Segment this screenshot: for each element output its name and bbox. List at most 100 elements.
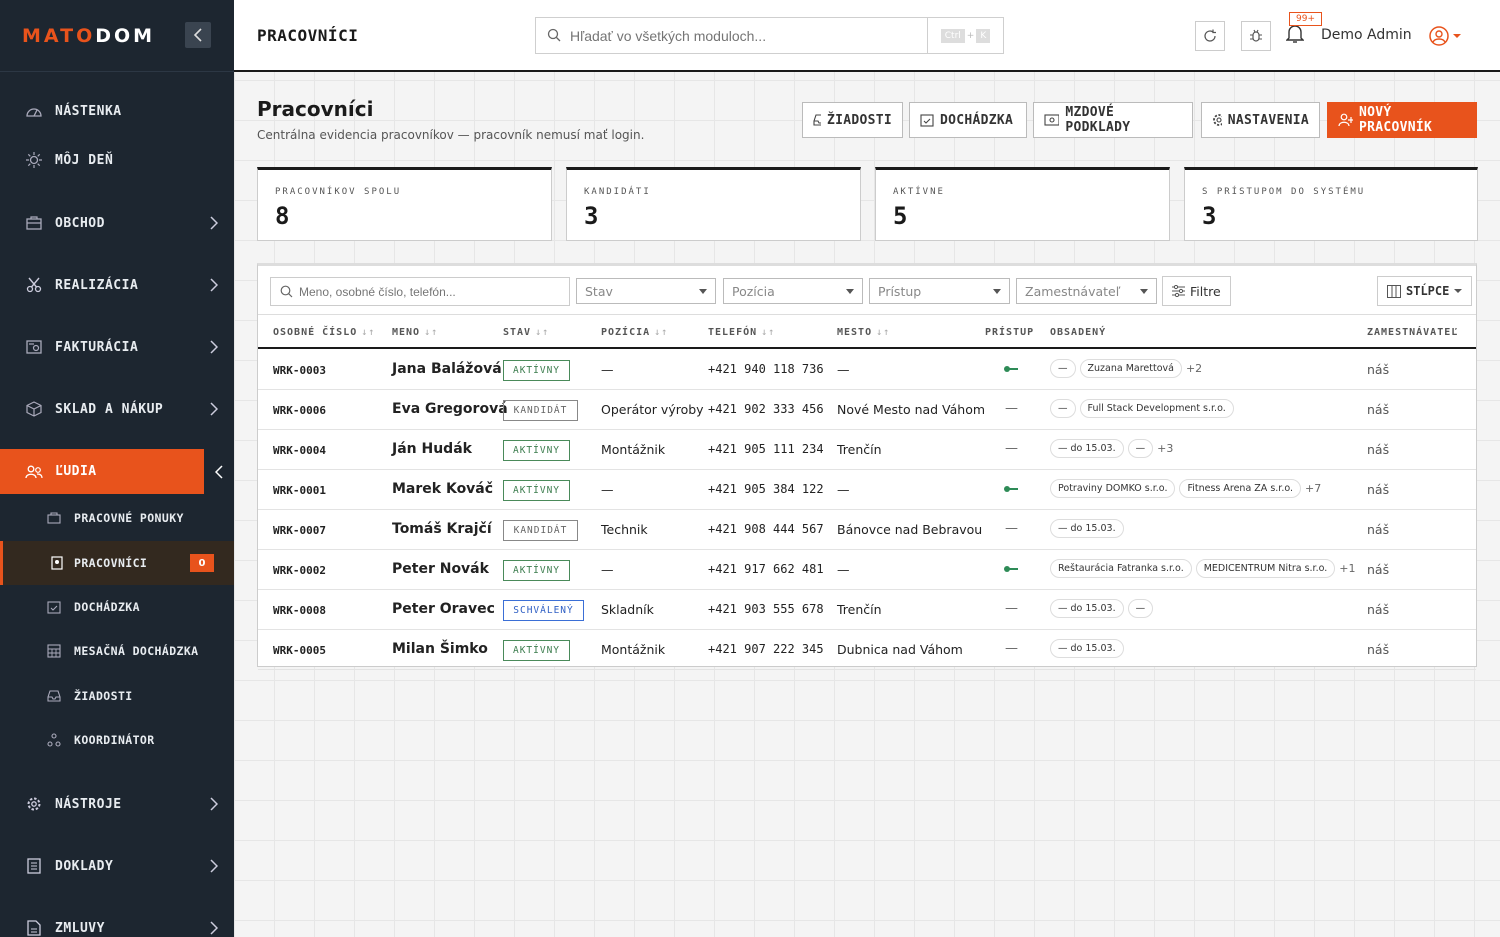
table-search-input[interactable] bbox=[299, 284, 559, 299]
worker-city: Trenčín bbox=[837, 442, 882, 457]
table-row[interactable]: WRK-0003 Jana Balážová AKTÍVNY — +421 940 11… bbox=[258, 350, 1476, 390]
worker-name[interactable]: Marek Kováč bbox=[392, 481, 493, 497]
access-select[interactable]: Prístup bbox=[869, 278, 1010, 304]
sidebar-item-label: ĽUDIA bbox=[55, 464, 97, 479]
table-search[interactable] bbox=[270, 277, 570, 306]
more-count[interactable]: +7 bbox=[1305, 482, 1321, 495]
sidebar-item-zmluvy[interactable]: ZMLUVY bbox=[0, 908, 234, 937]
sidebar-item-doklady[interactable]: DOKLADY bbox=[0, 846, 234, 886]
worker-name[interactable]: Tomáš Krajčí bbox=[392, 521, 492, 537]
occupied-chip[interactable]: — bbox=[1050, 399, 1076, 418]
table-row[interactable]: WRK-0005 Milan Šimko AKTÍVNY Montážnik +421 … bbox=[258, 630, 1476, 670]
new-worker-button[interactable]: NOVÝ PRACOVNÍK bbox=[1327, 102, 1477, 138]
key-icon bbox=[1004, 366, 1018, 372]
status-select[interactable]: Stav bbox=[576, 278, 716, 304]
worker-employer: náš bbox=[1367, 602, 1390, 617]
occupied-chip[interactable]: Fitness Arena ZA s.r.o. bbox=[1179, 479, 1302, 498]
occupied-chip[interactable]: — bbox=[1050, 359, 1076, 378]
employer-select[interactable]: Zamestnávateľ bbox=[1016, 278, 1157, 304]
table-row[interactable]: WRK-0004 Ján Hudák AKTÍVNY Montážnik +421 90… bbox=[258, 430, 1476, 470]
col-header-phone[interactable]: TELEFÓN ↓↑ bbox=[708, 327, 775, 338]
occupied-chip[interactable]: MEDICENTRUM Nitra s.r.o. bbox=[1195, 559, 1336, 578]
more-count[interactable]: +1 bbox=[1339, 562, 1355, 575]
table-row[interactable]: WRK-0008 Peter Oravec SCHVÁLENÝ Skladník +42… bbox=[258, 590, 1476, 630]
sidebar-item-moj-den[interactable]: MÔJ DEŇ bbox=[0, 141, 234, 179]
worker-name[interactable]: Ján Hudák bbox=[392, 441, 472, 457]
top-bar: PRACOVNÍCI Ctrl+K 99+ Demo Admin bbox=[234, 0, 1500, 72]
bell-icon[interactable] bbox=[1286, 24, 1304, 44]
sidebar-item-label: NÁSTROJE bbox=[55, 796, 122, 812]
worker-id: WRK-0004 bbox=[273, 444, 326, 457]
col-header-position[interactable]: POZÍCIA ↓↑ bbox=[601, 327, 668, 338]
occupied-chip[interactable]: — bbox=[1127, 599, 1154, 618]
collapse-group-toggle[interactable] bbox=[202, 449, 234, 494]
attendance-button[interactable]: DOCHÁDZKA bbox=[909, 102, 1027, 138]
user-plus-icon bbox=[1338, 113, 1354, 127]
table-row[interactable]: WRK-0007 Tomáš Krajčí KANDIDÁT Technik +421 … bbox=[258, 510, 1476, 550]
worker-name[interactable]: Jana Balážová bbox=[392, 361, 502, 377]
col-header-city[interactable]: MESTO ↓↑ bbox=[837, 327, 890, 338]
requests-button[interactable]: ŽIADOSTI bbox=[802, 102, 903, 138]
stat-value: 5 bbox=[893, 202, 908, 230]
col-header-status[interactable]: STAV ↓↑ bbox=[503, 327, 549, 338]
worker-name[interactable]: Peter Oravec bbox=[392, 601, 495, 617]
occupied-chip[interactable]: — do 15.03. bbox=[1050, 639, 1124, 658]
table-row[interactable]: WRK-0006 Eva Gregorová KANDIDÁT Operátor vý… bbox=[258, 390, 1476, 430]
worker-name[interactable]: Milan Šimko bbox=[392, 641, 488, 657]
occupied-chip[interactable]: Reštaurácia Fatranka s.r.o. bbox=[1050, 559, 1192, 578]
settings-button[interactable]: NASTAVENIA bbox=[1201, 102, 1320, 138]
position-select[interactable]: Pozícia bbox=[723, 278, 863, 304]
calendar-check-icon bbox=[46, 599, 62, 615]
worker-position: Montážnik bbox=[601, 642, 666, 657]
sidebar-item-realizacia[interactable]: REALIZÁCIA bbox=[0, 265, 234, 305]
occupied-chip[interactable]: Full Stack Development s.r.o. bbox=[1079, 399, 1234, 418]
sidebar-sub-koordinator[interactable]: KOORDINÁTOR bbox=[0, 718, 234, 762]
sidebar-sub-pracovne-ponuky[interactable]: PRACOVNÉ PONUKY bbox=[0, 496, 234, 540]
worker-position: Technik bbox=[601, 522, 648, 537]
sidebar-item-nastenka[interactable]: NÁSTENKA bbox=[0, 92, 234, 130]
global-search-input[interactable] bbox=[570, 27, 920, 44]
col-header-id[interactable]: OSOBNÉ ČÍSLO ↓↑ bbox=[273, 327, 375, 338]
user-menu[interactable] bbox=[1429, 26, 1461, 46]
calendar-grid-icon bbox=[46, 643, 62, 659]
occupied-chip[interactable]: Potraviny DOMKO s.r.o. bbox=[1050, 479, 1176, 498]
col-header-name[interactable]: MENO ↓↑ bbox=[392, 327, 438, 338]
sidebar-sub-ziadosti[interactable]: ŽIADOSTI bbox=[0, 674, 234, 718]
stat-value: 8 bbox=[275, 202, 290, 230]
sidebar-item-obchod[interactable]: OBCHOD bbox=[0, 203, 234, 243]
collapse-sidebar-button[interactable] bbox=[185, 22, 211, 48]
more-count[interactable]: +2 bbox=[1186, 362, 1202, 375]
sidebar-item-label: FAKTURÁCIA bbox=[55, 339, 139, 355]
worker-name[interactable]: Peter Novák bbox=[392, 561, 489, 577]
payroll-button[interactable]: MZDOVÉ PODKLADY bbox=[1033, 102, 1193, 138]
occupied-chips: — Zuzana Marettová +2 bbox=[1050, 359, 1202, 378]
occupied-chip[interactable]: — do 15.03. bbox=[1050, 439, 1124, 458]
sidebar-item-sklad[interactable]: SKLAD A NÁKUP bbox=[0, 389, 234, 429]
table-row[interactable]: WRK-0001 Marek Kováč AKTÍVNY — +421 905 384 … bbox=[258, 470, 1476, 510]
sliders-icon bbox=[1172, 285, 1185, 297]
filters-button[interactable]: Filtre bbox=[1162, 276, 1231, 306]
occupied-chip[interactable]: — bbox=[1127, 439, 1154, 458]
occupied-chip[interactable]: — do 15.03. bbox=[1050, 519, 1124, 538]
sidebar-item-nastroje[interactable]: NÁSTROJE bbox=[0, 784, 234, 824]
more-count[interactable]: +3 bbox=[1157, 442, 1173, 455]
debug-button[interactable] bbox=[1241, 21, 1271, 51]
global-search[interactable]: Ctrl+K bbox=[535, 17, 1004, 54]
user-name[interactable]: Demo Admin bbox=[1321, 27, 1412, 43]
sidebar-sub-pracovnici[interactable]: PRACOVNÍCI 0 bbox=[0, 541, 234, 585]
sidebar-sub-mesacna-dochadzka[interactable]: MESAČNÁ DOCHÁDZKA bbox=[0, 629, 234, 673]
sidebar-item-fakturacia[interactable]: FAKTURÁCIA bbox=[0, 327, 234, 367]
worker-name[interactable]: Eva Gregorová bbox=[392, 401, 508, 417]
occupied-chip[interactable]: — do 15.03. bbox=[1050, 599, 1124, 618]
chevron-right-icon bbox=[210, 340, 218, 354]
columns-button[interactable]: STĹPCE bbox=[1377, 276, 1473, 306]
worker-phone: +421 907 222 345 bbox=[708, 642, 824, 656]
sidebar-item-ludia[interactable]: ĽUDIA bbox=[0, 449, 234, 494]
briefcase-icon bbox=[25, 214, 43, 232]
sidebar-sub-dochadzka[interactable]: DOCHÁDZKA bbox=[0, 585, 234, 629]
occupied-chip[interactable]: Zuzana Marettová bbox=[1079, 359, 1182, 378]
table-row[interactable]: WRK-0002 Peter Novák AKTÍVNY — +421 917 662 … bbox=[258, 550, 1476, 590]
status-badge: AKTÍVNY bbox=[503, 560, 570, 581]
gear-icon bbox=[25, 795, 43, 813]
refresh-button[interactable] bbox=[1195, 21, 1225, 51]
